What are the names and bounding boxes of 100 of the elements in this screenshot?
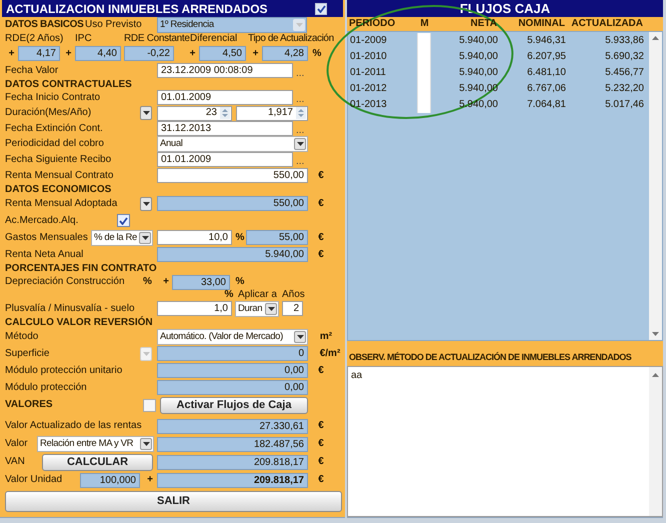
dropdown[interactable]: Anual	[157, 136, 308, 152]
table-cell-text: 7.064,81	[526, 100, 566, 110]
table-cell-text: 5.940,00	[458, 52, 498, 62]
input-field[interactable]: 2	[282, 301, 303, 316]
column-header[interactable]: M	[413, 19, 433, 29]
section-heading: DATOS ECONOMICOS	[5, 184, 112, 196]
field-label: Valor Actualizado de las rentas	[5, 420, 143, 432]
input-field[interactable]: 4,50	[199, 46, 246, 61]
section-heading: PORCENTAJES FIN CONTRATO	[5, 262, 158, 274]
section-heading: OBSERV. MÉTODO DE ACTUALIZACIÓN DE INMUEBLES ARRENDADOS	[348, 353, 632, 364]
field-label: Ac.Mercado.Alq.	[5, 214, 80, 226]
action-button[interactable]: SALIR	[5, 490, 342, 512]
browse-button[interactable]: ...	[296, 69, 310, 79]
dropdown[interactable]: % de la Re	[91, 230, 153, 246]
spin-arrows-icon	[220, 107, 230, 119]
unit-label: +	[188, 48, 196, 58]
field-label: Diferencial	[190, 33, 238, 45]
input-field[interactable]: 100,000	[80, 472, 140, 488]
input-field[interactable]: 182.487,56	[157, 436, 308, 452]
caret-icon	[142, 202, 150, 206]
field-label: VAN	[5, 456, 26, 468]
browse-button[interactable]: ...	[296, 95, 310, 105]
unit-label: €	[317, 232, 325, 242]
input-field[interactable]: 23.12.2009 00:08:09	[157, 63, 293, 78]
table-cell-text: 6.207,95	[526, 52, 566, 62]
input-field[interactable]: 4,28	[262, 46, 308, 61]
field-label: Aplicar a	[238, 289, 278, 301]
field-label: Superficie	[5, 348, 50, 360]
unit-label: €	[317, 250, 325, 260]
input-field[interactable]: 550,00	[157, 168, 308, 183]
unit-label: %	[235, 232, 245, 242]
input-field[interactable]: 10,0	[157, 230, 232, 245]
dropdown[interactable]: Duran	[235, 300, 279, 316]
field-label: Gastos Mensuales	[5, 232, 89, 244]
input-field[interactable]: 0	[157, 346, 308, 361]
input-field[interactable]: -0,22	[124, 46, 174, 61]
input-field[interactable]: 27.330,61	[157, 418, 308, 434]
input-field[interactable]: 5.940,00	[157, 247, 308, 262]
field-label: RDE Constante	[124, 33, 190, 45]
unit-label: +	[146, 475, 154, 485]
unit-label: +	[8, 48, 16, 58]
input-field[interactable]: 550,00	[157, 196, 308, 211]
input-field[interactable]: 4,40	[75, 46, 121, 61]
spinner-field[interactable]: 1,917	[236, 106, 308, 120]
unit-label: €/m²	[318, 348, 342, 358]
table-cell-text: 5.940,00	[458, 68, 498, 78]
field-label: Duración(Mes/Año)	[5, 107, 92, 119]
spinner-field[interactable]: 23	[157, 106, 232, 120]
column-header[interactable]: ACTUALIZADA	[565, 19, 643, 29]
input-field[interactable]: 33,00	[172, 274, 230, 290]
unit-label: %	[143, 277, 151, 287]
checkbox[interactable]	[315, 2, 327, 14]
field-label: Uso Previsto	[85, 19, 143, 31]
check-icon	[119, 216, 128, 224]
browse-button[interactable]: ...	[296, 157, 310, 167]
input-field[interactable]: 55,00	[246, 230, 308, 245]
scrollbar[interactable]	[649, 32, 662, 340]
section-heading: CALCULO VALOR REVERSIÓN	[5, 316, 154, 328]
input-field[interactable]: 31.12.2013	[157, 121, 293, 136]
column-header[interactable]: NOMINAL	[497, 19, 565, 29]
action-button[interactable]: Activar Flujos de Caja	[160, 396, 308, 414]
field-label: Valor Unidad	[5, 474, 64, 486]
table-cell-text: 01-2013	[349, 100, 388, 110]
input-field[interactable]: 01.01.2009	[157, 152, 293, 167]
field-label: Renta Neta Anual	[5, 248, 84, 260]
window-title: ACTUALIZACION INMUEBLES ARRENDADOS	[6, 0, 268, 18]
browse-button[interactable]: ...	[296, 126, 310, 136]
column-header[interactable]: NETA	[433, 19, 497, 29]
dropdown-button[interactable]	[140, 196, 152, 210]
action-button[interactable]: CALCULAR	[42, 454, 153, 470]
input-field[interactable]: 1,0	[157, 301, 232, 316]
unit-label: €	[317, 457, 325, 467]
field-label: Método	[5, 330, 40, 342]
field-label: Fecha Extinción Cont.	[5, 122, 104, 134]
dropdown[interactable]: Relación entre MA y VR	[37, 436, 154, 452]
input-field[interactable]: 01.01.2009	[157, 90, 293, 105]
scroll-down-icon	[652, 332, 659, 336]
dropdown[interactable]: Automático. (Valor de Mercado)	[157, 328, 308, 344]
input-field[interactable]: 4,17	[18, 46, 60, 61]
input-field[interactable]: 209.818,17	[157, 454, 308, 470]
scrollbar[interactable]	[649, 367, 662, 516]
table-cell-text: 01-2011	[349, 68, 387, 78]
input-field[interactable]: 209.818,17	[157, 472, 308, 488]
field-label: Renta Mensual Contrato	[5, 170, 114, 182]
dropdown-button[interactable]	[140, 106, 152, 120]
input-field[interactable]: 0,00	[157, 363, 308, 378]
table-cell-text: 5.232,20	[604, 84, 644, 94]
unit-label: %	[312, 48, 322, 58]
field-label: Valor	[5, 438, 29, 450]
table-cell-text: 5.017,46	[604, 100, 644, 110]
table-cell-text: 6.481,10	[526, 68, 566, 78]
checkbox[interactable]	[117, 214, 130, 227]
section-heading: VALORES	[5, 399, 54, 411]
unit-label: €	[317, 366, 325, 376]
notes-field[interactable]: aa	[347, 366, 663, 517]
unit-label: +	[162, 277, 170, 287]
checkbox[interactable]	[143, 398, 156, 412]
caret-icon	[296, 142, 304, 146]
input-field[interactable]: 0,00	[157, 380, 308, 395]
field-label: Fecha Siguiente Recibo	[5, 154, 112, 166]
